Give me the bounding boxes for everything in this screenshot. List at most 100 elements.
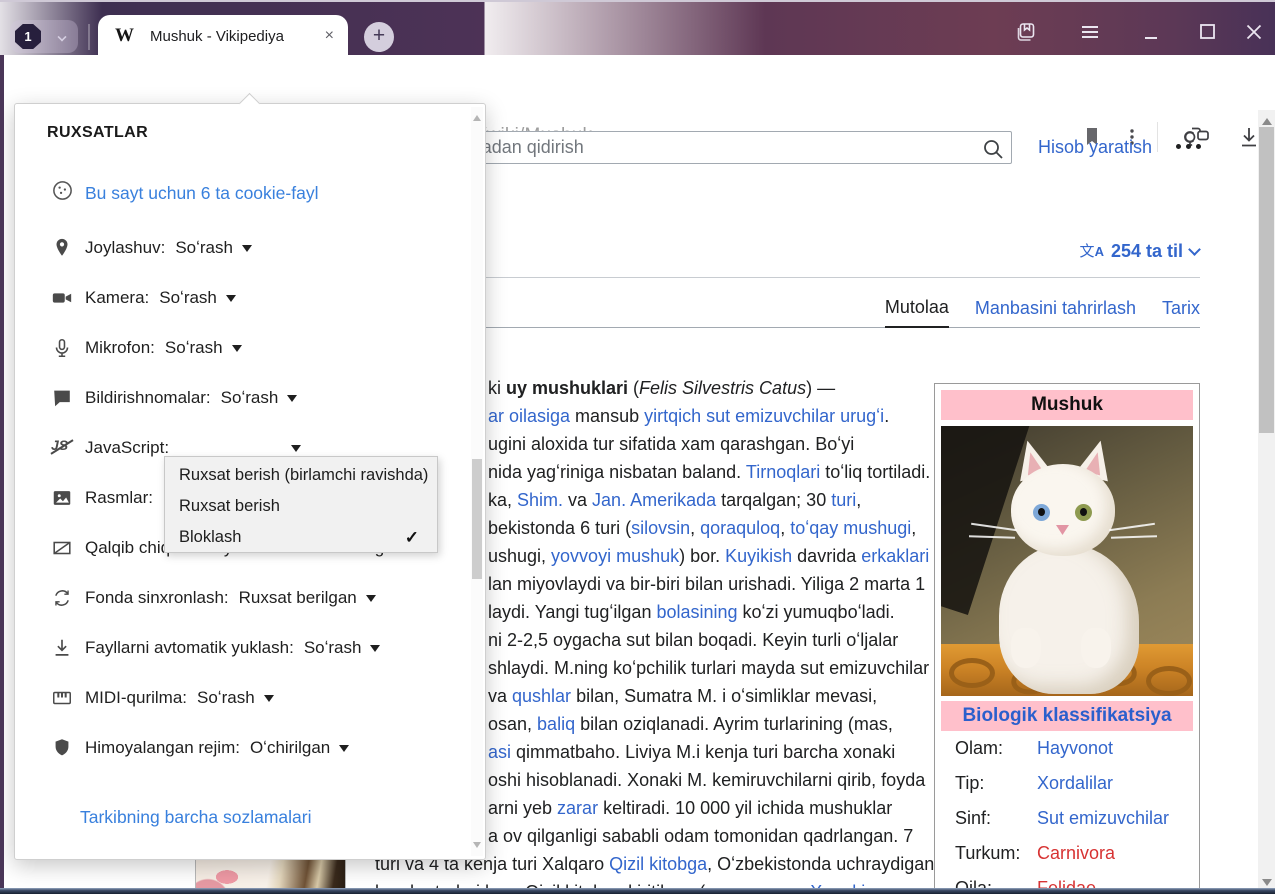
wiki-link[interactable]: turi	[831, 490, 856, 510]
search-icon[interactable]	[981, 137, 1003, 159]
create-account-link[interactable]: Hisob yaratish	[1038, 137, 1152, 158]
camera-icon	[51, 287, 73, 309]
tab-close-icon[interactable]: ×	[325, 28, 334, 44]
tab-counter-button[interactable]: 1	[10, 20, 78, 53]
panel-scrollbar-thumb[interactable]	[472, 459, 482, 579]
wiki-link[interactable]: Qizil kitobga	[609, 854, 707, 874]
panel-scrollbar[interactable]	[471, 107, 483, 856]
sync-icon	[51, 587, 73, 609]
dropdown-arrow-icon[interactable]	[291, 445, 301, 452]
article-text-segment: ugini aloxida tur sifatida xam qarashgan…	[488, 434, 854, 454]
classification-link[interactable]: Carnivora	[1037, 843, 1115, 864]
page-tools-menu-icon[interactable]	[1176, 144, 1210, 149]
article-line-17: a ov qilganligi sababli odam tomonidan q…	[488, 826, 913, 847]
article-line-3: ugini aloxida tur sifatida xam qarashgan…	[488, 434, 854, 455]
dropdown-arrow-icon[interactable]	[370, 645, 380, 652]
article-text-segment: , Oʻzbekistonda uchraydigan	[707, 854, 934, 874]
scrollbar-thumb[interactable]	[1259, 127, 1274, 433]
wiki-link[interactable]: qoraquloq	[700, 518, 780, 538]
permission-row-mikrofon: Mikrofon:Soʻrash	[51, 323, 242, 373]
chevron-down-icon	[57, 32, 66, 41]
wiki-link[interactable]: yirtqich sut emizuvchilar urugʻi	[644, 406, 884, 426]
cookies-link[interactable]: Bu sayt uchun 6 ta cookie-fayl	[85, 183, 318, 204]
topbar-divider	[88, 24, 90, 50]
wiki-tab-tarix[interactable]: Tarix	[1162, 298, 1200, 327]
dropdown-arrow-icon[interactable]	[242, 245, 252, 252]
article-line-15: oshi hisoblanadi. Xonaki M. kemiruvchila…	[488, 770, 925, 791]
dropdown-arrow-icon[interactable]	[287, 395, 297, 402]
wiki-link[interactable]: Tirnoqlari	[746, 462, 820, 482]
wikipedia-favicon: W	[115, 25, 134, 47]
wiki-link[interactable]: baliq	[537, 714, 575, 734]
wiki-link[interactable]: toʻqay mushugi	[790, 518, 911, 538]
permission-value[interactable]: Soʻrash	[175, 238, 233, 258]
panel-scroll-down-arrow[interactable]	[473, 842, 481, 848]
wiki-link[interactable]: Jan. Amerikada	[592, 490, 716, 510]
article-line-4: nida yagʻriniga nisbatan baland. Tirnoql…	[488, 462, 930, 483]
dropdown-arrow-icon[interactable]	[264, 695, 274, 702]
all-content-settings-link[interactable]: Tarkibning barcha sozlamalari	[80, 807, 312, 828]
menu-item-1[interactable]: Ruxsat berish (birlamchi ravishda)	[165, 460, 437, 491]
article-text-segment: osan,	[488, 714, 537, 734]
dropdown-arrow-icon[interactable]	[226, 295, 236, 302]
classification-link[interactable]: Sut emizuvchilar	[1037, 808, 1169, 829]
classification-row-sinf: Sinf:Sut emizuvchilar	[941, 801, 1193, 836]
dropdown-arrow-icon[interactable]	[339, 745, 349, 752]
wiki-link[interactable]: asi	[488, 742, 511, 762]
classification-link[interactable]: Hayvonot	[1037, 738, 1113, 759]
side-panels-icon[interactable]	[1014, 20, 1038, 44]
auto-download-icon	[51, 637, 73, 659]
scroll-up-arrow[interactable]	[1262, 118, 1272, 125]
dropdown-arrow-icon[interactable]	[232, 345, 242, 352]
wiki-link[interactable]: Shim.	[517, 490, 563, 510]
permission-value[interactable]: Soʻrash	[221, 388, 279, 408]
wiki-link[interactable]: yovvoyi mushuk	[551, 546, 679, 566]
javascript-icon: JS	[51, 437, 73, 459]
browser-menu-icon[interactable]	[1078, 20, 1102, 44]
wiki-link[interactable]: Kuyikish	[725, 546, 792, 566]
classification-row-olam: Olam:Hayvonot	[941, 731, 1193, 766]
permission-value[interactable]: Soʻrash	[165, 338, 223, 358]
wiki-tab-manbasini-tahrirlash[interactable]: Manbasini tahrirlash	[975, 298, 1136, 327]
wiki-tab-mutolaa[interactable]: Mutolaa	[885, 297, 949, 328]
article-text-segment: davrida	[792, 546, 861, 566]
wiki-link[interactable]: erkaklari	[861, 546, 929, 566]
wiki-link[interactable]: bolasining	[656, 602, 737, 622]
menu-item-3[interactable]: Bloklash✓	[165, 522, 437, 553]
article-text-segment: ,	[856, 490, 861, 510]
permission-value[interactable]: Soʻrash	[304, 638, 362, 658]
minimize-button[interactable]	[1140, 20, 1164, 44]
species-infobox: Mushuk Biologik klassifikatsiya Olam:Hay…	[934, 383, 1200, 894]
article-tabs: Mutolaa Manbasini tahrirlash Tarix	[362, 292, 1200, 328]
article-text-segment: bilan oziqlanadi. Ayrim turlarining (mas…	[575, 714, 893, 734]
article-text-segment: tarqalgan; 30	[716, 490, 831, 510]
panel-scroll-up-arrow[interactable]	[473, 115, 481, 121]
close-window-button[interactable]	[1242, 20, 1266, 44]
page-scrollbar[interactable]	[1258, 110, 1275, 894]
classification-label: Sinf:	[955, 808, 1037, 829]
browser-window: 1 W Mushuk - Vikipediya × +	[0, 0, 1275, 894]
permission-label: MIDI-qurilma:	[85, 688, 187, 708]
menu-item-label: Bloklash	[179, 528, 241, 547]
permission-value[interactable]: Soʻrash	[197, 688, 255, 708]
location-icon	[51, 237, 73, 259]
wiki-link[interactable]: silovsin	[631, 518, 690, 538]
new-tab-button[interactable]: +	[364, 22, 394, 52]
shield-icon	[51, 737, 73, 759]
wiki-link[interactable]: ar oilasiga	[488, 406, 570, 426]
tab-mushuk-vikipediya[interactable]: W Mushuk - Vikipediya ×	[98, 15, 348, 57]
permission-value[interactable]: Soʻrash	[159, 288, 217, 308]
wiki-link[interactable]: qushlar	[512, 686, 571, 706]
menu-item-2[interactable]: Ruxsat berish	[165, 491, 437, 522]
language-selector[interactable]: 文A 254 ta til	[1080, 241, 1199, 262]
maximize-button[interactable]	[1196, 20, 1220, 44]
dropdown-arrow-icon[interactable]	[366, 595, 376, 602]
permission-value[interactable]: Ruxsat berilgan	[239, 588, 357, 608]
wiki-search-input[interactable]	[400, 131, 1012, 164]
permission-value[interactable]: Oʻchirilgan	[250, 738, 330, 758]
wiki-link[interactable]: zarar	[557, 798, 598, 818]
classification-link[interactable]: Xordalilar	[1037, 773, 1113, 794]
article-text-segment: bekistonda 6 turi (	[488, 518, 631, 538]
permission-row-bildirishnomalar: Bildirishnomalar:Soʻrash	[51, 373, 297, 423]
scroll-down-arrow[interactable]	[1262, 879, 1272, 886]
